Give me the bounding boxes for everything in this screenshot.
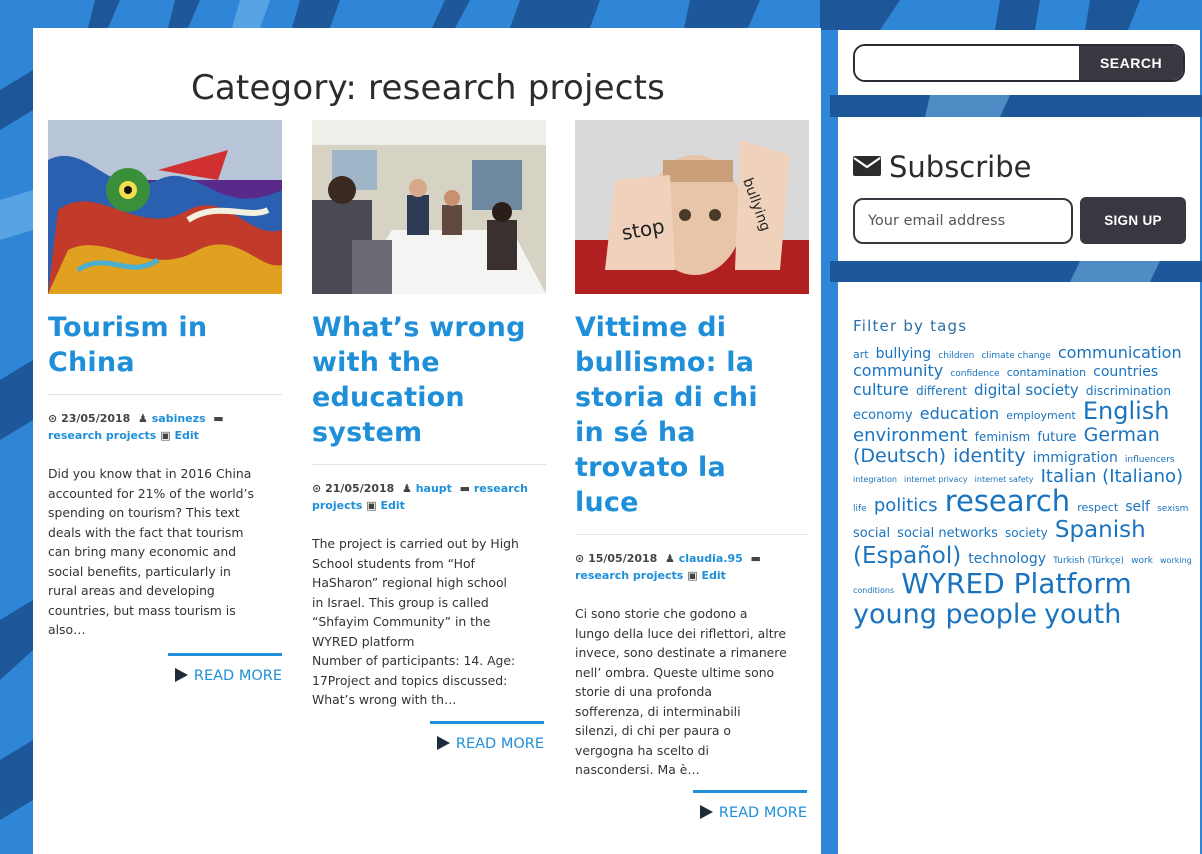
- page-title: Category: research projects: [190, 68, 666, 108]
- envelope-icon: [853, 156, 881, 176]
- post-excerpt: The project is carried out by High Schoo…: [312, 536, 519, 707]
- tag-link[interactable]: influencers: [1125, 455, 1175, 465]
- tag-link[interactable]: different: [916, 384, 967, 398]
- tag-link[interactable]: English: [1083, 397, 1170, 425]
- search-widget: SEARCH: [838, 30, 1200, 95]
- tag-link[interactable]: work: [1131, 556, 1153, 566]
- user-icon: ♟: [402, 482, 412, 495]
- email-field[interactable]: [853, 198, 1073, 244]
- tag-link[interactable]: integration: [853, 475, 897, 484]
- tag-link[interactable]: climate change: [981, 351, 1050, 361]
- tag-link[interactable]: research: [945, 484, 1070, 518]
- tag-link[interactable]: education: [920, 404, 999, 423]
- tag-link[interactable]: technology: [968, 551, 1046, 567]
- tag-link[interactable]: social: [853, 526, 890, 541]
- tag-link[interactable]: Turkish (Türkçe): [1053, 556, 1124, 566]
- post-date: 21/05/2018: [325, 482, 395, 495]
- post-author[interactable]: sabinezs: [152, 412, 206, 425]
- tag-link[interactable]: politics: [874, 495, 938, 516]
- tag-cloud: art bullying children climate change com…: [853, 344, 1193, 629]
- play-icon: [436, 736, 450, 750]
- tags-widget: Filter by tags art bullying children cli…: [838, 282, 1200, 854]
- post-title[interactable]: What’s wrong with the education system: [312, 310, 546, 450]
- user-icon: ♟: [665, 552, 675, 565]
- read-more-button[interactable]: READ MORE: [693, 790, 807, 821]
- search-button[interactable]: SEARCH: [1079, 46, 1183, 80]
- post-title[interactable]: Vittime di bullismo: la storia di chi in sé…: [575, 310, 809, 520]
- post-excerpt: Did you know that in 2016 China accounte…: [48, 466, 254, 637]
- subscribe-widget: Subscribe SIGN UP: [838, 117, 1200, 261]
- tag-link[interactable]: communication: [1058, 343, 1182, 362]
- tag-link[interactable]: society: [1005, 526, 1048, 540]
- tag-link[interactable]: immigration: [1033, 450, 1118, 466]
- tag-link[interactable]: internet safety: [975, 475, 1034, 484]
- folder-icon: ▬: [459, 482, 471, 495]
- post-meta: ⊙ 23/05/2018 ♟ sabinezs ▬ research proje…: [48, 394, 282, 444]
- post-meta: ⊙ 15/05/2018 ♟ claudia.95 ▬ research pro…: [575, 534, 809, 584]
- clock-icon: ⊙: [48, 412, 58, 425]
- edit-icon: ▣: [366, 499, 377, 512]
- post-date: 15/05/2018: [588, 552, 658, 565]
- post-category[interactable]: research projects: [575, 569, 683, 582]
- subscribe-title: Subscribe: [853, 150, 1031, 184]
- clock-icon: ⊙: [312, 482, 322, 495]
- read-more-button[interactable]: READ MORE: [430, 721, 544, 752]
- post-card: Tourism in China ⊙ 23/05/2018 ♟ sabinezs …: [48, 120, 282, 640]
- tag-link[interactable]: young people: [853, 599, 1037, 630]
- read-more-button[interactable]: READ MORE: [168, 653, 282, 684]
- post-excerpt: Ci sono storie che godono a lungo della …: [575, 606, 787, 777]
- user-icon: ♟: [138, 412, 148, 425]
- edit-link[interactable]: Edit: [701, 569, 725, 582]
- tag-link[interactable]: children: [938, 351, 974, 361]
- tag-link[interactable]: social networks: [897, 526, 998, 541]
- folder-icon: ▬: [750, 552, 761, 565]
- tag-link[interactable]: identity: [953, 445, 1026, 467]
- post-card: stop bullying Vittime di bullismo: la stor…: [575, 120, 809, 780]
- post-author[interactable]: haupt: [416, 482, 452, 495]
- tag-link[interactable]: economy: [853, 408, 913, 423]
- post-meta: ⊙ 21/05/2018 ♟ haupt ▬ research projects…: [312, 464, 546, 514]
- post-thumbnail[interactable]: [48, 120, 282, 294]
- tag-link[interactable]: art: [853, 348, 869, 361]
- clock-icon: ⊙: [575, 552, 585, 565]
- folder-icon: ▬: [213, 412, 224, 425]
- edit-link[interactable]: Edit: [174, 429, 198, 442]
- main-content: Category: research projects Tourism in Ch…: [33, 28, 821, 854]
- edit-link[interactable]: Edit: [381, 499, 405, 512]
- post-title[interactable]: Tourism in China: [48, 310, 282, 380]
- tag-link[interactable]: discrimination: [1086, 384, 1171, 398]
- tag-link[interactable]: countries: [1093, 364, 1158, 380]
- tag-link[interactable]: feminism: [975, 430, 1031, 444]
- tag-link[interactable]: community: [853, 361, 943, 380]
- edit-icon: ▣: [160, 429, 171, 442]
- post-date: 23/05/2018: [61, 412, 131, 425]
- tag-link[interactable]: future: [1037, 430, 1076, 445]
- tag-link[interactable]: sexism: [1157, 504, 1188, 514]
- tag-link[interactable]: life: [853, 504, 867, 514]
- tag-link[interactable]: respect: [1077, 501, 1118, 514]
- tag-link[interactable]: confidence: [950, 369, 999, 379]
- tags-widget-title: Filter by tags: [853, 317, 968, 335]
- post-card: What’s wrong with the education system ⊙ 21…: [312, 120, 546, 710]
- sign-up-button[interactable]: SIGN UP: [1080, 197, 1186, 244]
- post-category[interactable]: research projects: [48, 429, 156, 442]
- search-input[interactable]: [855, 46, 1081, 80]
- play-icon: [699, 805, 713, 819]
- post-author[interactable]: claudia.95: [679, 552, 743, 565]
- tag-link[interactable]: bullying: [876, 346, 931, 362]
- tag-link[interactable]: culture: [853, 380, 909, 399]
- tag-link[interactable]: employment: [1006, 409, 1076, 422]
- tag-link[interactable]: environment: [853, 425, 968, 446]
- tag-link[interactable]: digital society: [974, 381, 1079, 399]
- tag-link[interactable]: self: [1125, 499, 1150, 515]
- post-thumbnail[interactable]: stop bullying: [575, 120, 809, 294]
- edit-icon: ▣: [687, 569, 698, 582]
- tag-link[interactable]: internet privacy: [904, 475, 968, 484]
- play-icon: [174, 668, 188, 682]
- tag-link[interactable]: youth: [1044, 599, 1121, 630]
- tag-link[interactable]: WYRED Platform: [901, 567, 1131, 600]
- post-thumbnail[interactable]: [312, 120, 546, 294]
- tag-link[interactable]: contamination: [1007, 366, 1086, 379]
- search-form: SEARCH: [853, 44, 1185, 82]
